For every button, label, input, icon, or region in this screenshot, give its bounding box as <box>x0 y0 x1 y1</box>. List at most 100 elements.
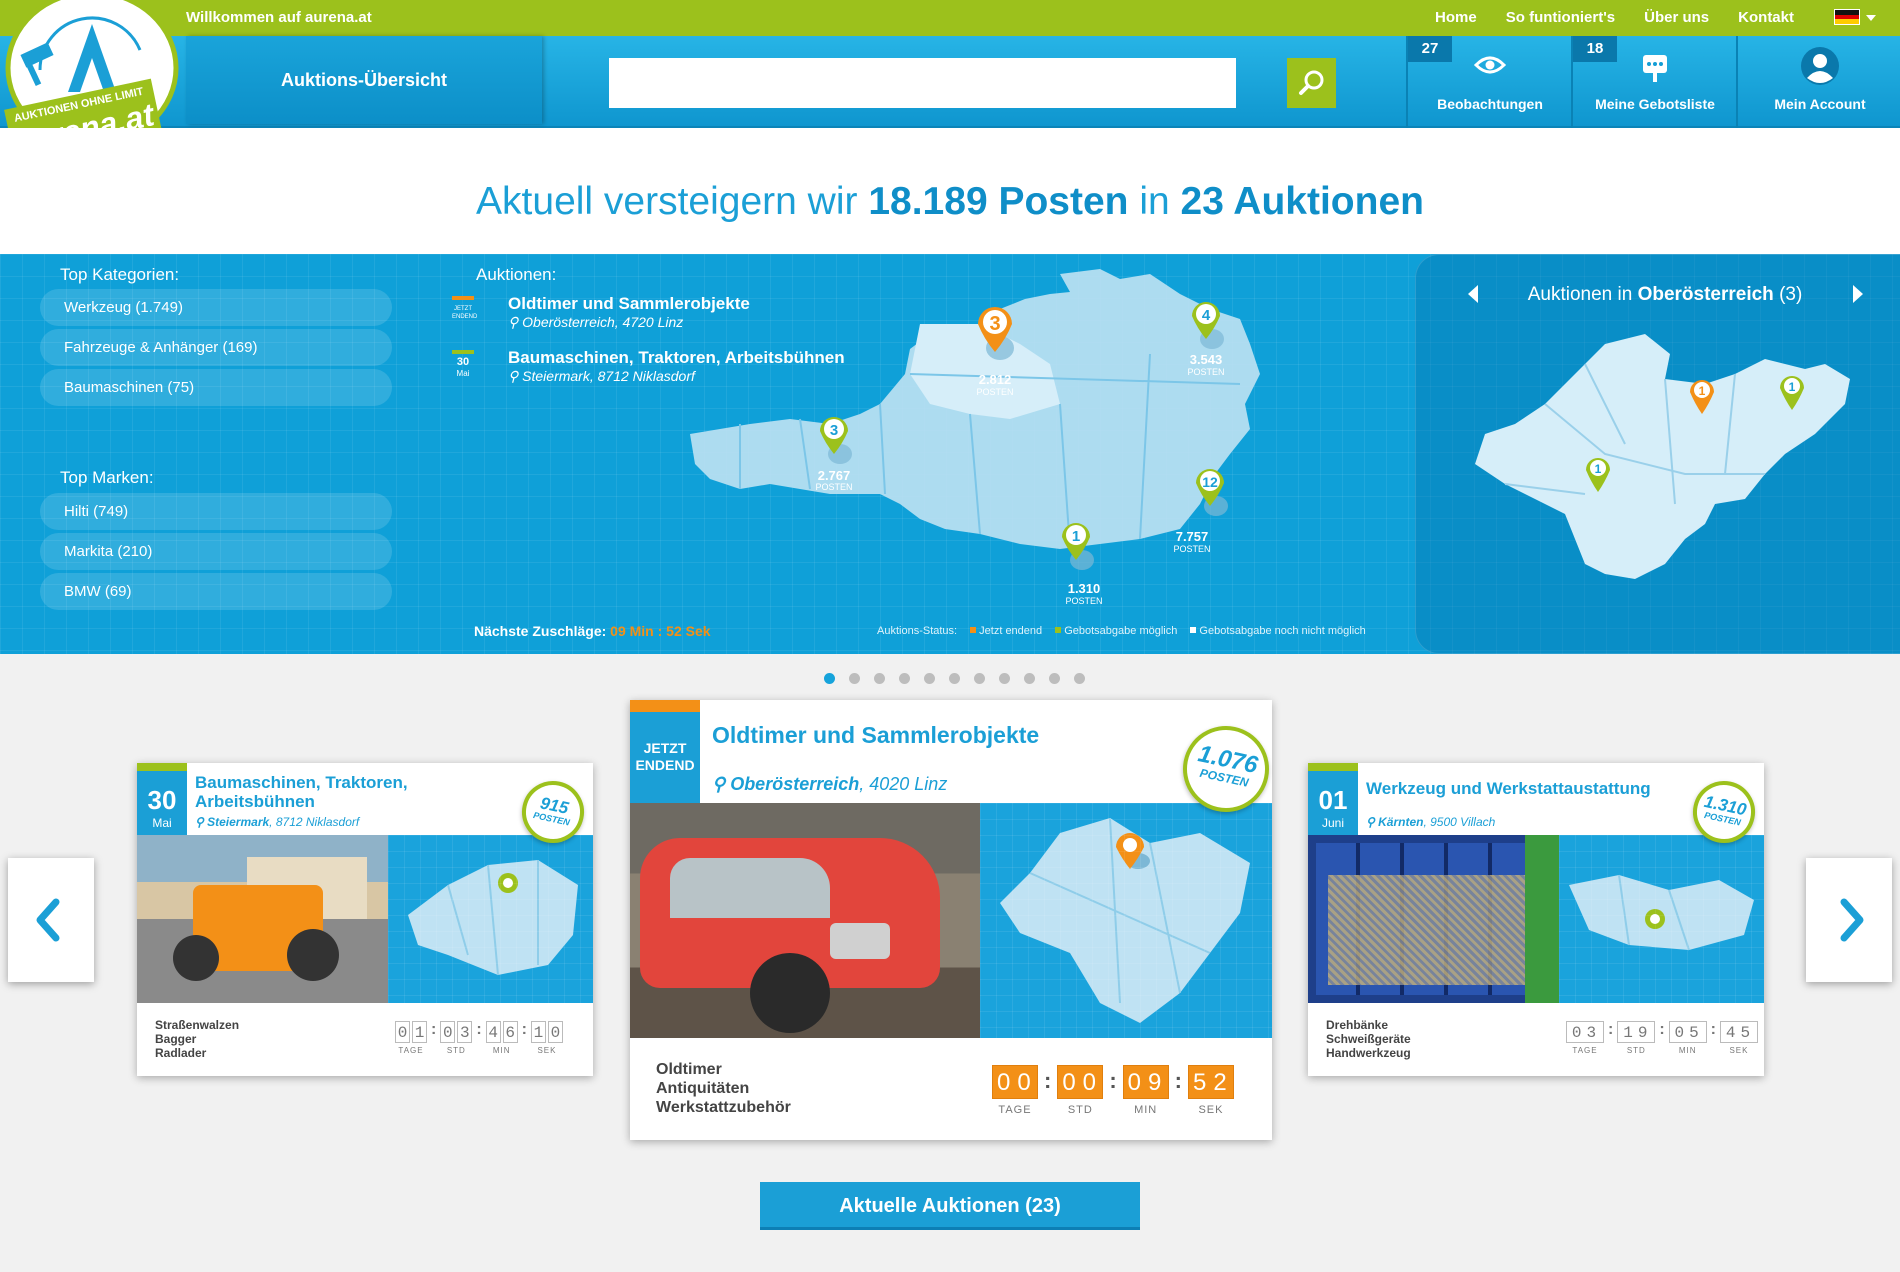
german-flag-icon[interactable] <box>1834 9 1860 25</box>
carousel-dot[interactable] <box>999 673 1010 684</box>
svg-text:3: 3 <box>989 313 1000 335</box>
svg-text:7.757: 7.757 <box>1176 529 1209 544</box>
date-box: 01 Juni <box>1308 763 1358 835</box>
svg-text:1: 1 <box>1789 380 1796 394</box>
region-title: Auktionen in Oberösterreich (3) <box>1527 284 1803 305</box>
svg-text:12: 12 <box>1202 474 1218 490</box>
svg-text:POSTEN: POSTEN <box>1065 596 1102 606</box>
carousel-dot[interactable] <box>949 673 960 684</box>
auction-photo[interactable] <box>1308 835 1559 1003</box>
bidlist-label: Meine Gebotsliste <box>1595 96 1715 112</box>
headline-text: Aktuell versteigern wir <box>476 180 869 223</box>
svg-text:3.543: 3.543 <box>1190 352 1223 367</box>
carousel-dot[interactable] <box>849 673 860 684</box>
card-categories: Drehbänke Schweißgeräte Handwerkzeug <box>1326 1018 1411 1060</box>
card-minimap <box>980 803 1272 1038</box>
auction-card[interactable]: 30 Mai Baumaschinen, Traktoren, Arbeitsb… <box>137 763 593 1076</box>
nav-home[interactable]: Home <box>1435 9 1477 26</box>
svg-text:2.767: 2.767 <box>818 468 851 483</box>
bidlist-count: 18 <box>1573 36 1617 62</box>
ending-tag: JETZT ENDEND <box>452 296 477 326</box>
brand-item[interactable]: Hilti (749) <box>40 493 392 530</box>
svg-text:2.812: 2.812 <box>979 372 1012 387</box>
nav-contact[interactable]: Kontakt <box>1738 9 1794 26</box>
carousel-next-button[interactable] <box>1806 858 1892 982</box>
auction-photo[interactable] <box>137 835 388 1003</box>
svg-text:POSTEN: POSTEN <box>1173 544 1210 554</box>
auction-card-featured[interactable]: JETZT ENDEND Oldtimer und Sammlerobjekte… <box>630 700 1278 1140</box>
carousel-dot[interactable] <box>874 673 885 684</box>
svg-text:POSTEN: POSTEN <box>976 387 1013 397</box>
account-button[interactable]: Mein Account <box>1736 36 1900 128</box>
chevron-left-icon <box>36 898 60 942</box>
ending-tag: JETZT ENDEND <box>630 700 700 803</box>
card-title: Werkzeug und Werkstattaustattung <box>1366 779 1651 798</box>
auctions-list-title: Auktionen: <box>476 265 557 284</box>
svg-text:POSTEN: POSTEN <box>815 482 852 492</box>
headline-auktionen: 23 Auktionen <box>1180 180 1424 223</box>
svg-text:1: 1 <box>1699 384 1706 398</box>
watchlist-button[interactable]: 27 Beobachtungen <box>1406 36 1572 128</box>
account-label: Mein Account <box>1774 96 1866 112</box>
auction-card[interactable]: 01 Juni Werkzeug und Werkstattaustattung… <box>1308 763 1764 1076</box>
headline-text: in <box>1128 180 1181 223</box>
region-map[interactable]: 1 1 1 <box>1465 324 1885 644</box>
bidlist-button[interactable]: 18 Meine Gebotsliste <box>1571 36 1737 128</box>
nav-how-it-works[interactable]: So funtioniert's <box>1506 9 1615 26</box>
carousel-dot[interactable] <box>1024 673 1035 684</box>
date-box: 30 Mai <box>137 763 187 835</box>
card-minimap <box>1559 835 1764 1003</box>
svg-text:1: 1 <box>1072 528 1080 545</box>
card-categories: Straßenwalzen Bagger Radlader <box>155 1018 240 1060</box>
carousel-dot[interactable] <box>824 673 835 684</box>
card-location: ⚲ Steiermark, 8712 Niklasdorf <box>195 815 360 829</box>
eye-icon <box>1474 56 1506 74</box>
chevron-right-icon <box>1840 898 1864 942</box>
brand-item[interactable]: BMW (69) <box>40 573 392 610</box>
carousel-dot[interactable] <box>974 673 985 684</box>
card-categories: Oldtimer Antiquitäten Werkstattzubehör <box>656 1061 791 1116</box>
search-input[interactable] <box>609 58 1236 108</box>
carousel-dot[interactable] <box>1049 673 1060 684</box>
countdown-timer: 03 TAGE : 19 STD : 05 MIN : 45 SEK <box>1566 1021 1758 1055</box>
svg-text:1: 1 <box>1595 462 1602 476</box>
carousel-dots <box>824 673 1085 684</box>
austria-map[interactable]: 3 2.812 POSTEN 4 3.543 POSTEN 3 2.767 PO… <box>680 254 1400 654</box>
main-header: Auktions-Übersicht 27 Beobachtungen 18 M… <box>0 36 1900 128</box>
top-categories-title: Top Kategorien: <box>60 265 180 284</box>
map-section: Top Kategorien: Werkzeug (1.749) Fahrzeu… <box>0 254 1900 654</box>
headline-posten: 18.189 Posten <box>868 180 1129 223</box>
carousel-dot[interactable] <box>899 673 910 684</box>
search-icon <box>1299 70 1324 95</box>
carousel-prev-button[interactable] <box>8 858 94 982</box>
top-nav: Home So funtioniert's Über uns Kontakt <box>1435 9 1850 26</box>
watchlist-count: 27 <box>1408 36 1452 62</box>
top-brands-title: Top Marken: <box>60 468 154 487</box>
card-title: Baumaschinen, Traktoren, Arbeitsbühnen <box>195 773 408 811</box>
brand-item[interactable]: Markita (210) <box>40 533 392 570</box>
category-item[interactable]: Baumaschinen (75) <box>40 369 392 406</box>
svg-text:1.310: 1.310 <box>1068 581 1101 596</box>
chevron-down-icon[interactable] <box>1866 15 1876 21</box>
carousel-dot[interactable] <box>1074 673 1085 684</box>
card-title: Oldtimer und Sammlerobjekte <box>712 722 1040 748</box>
carousel-dot[interactable] <box>924 673 935 684</box>
welcome-text: Willkommen auf aurena.at <box>186 9 372 26</box>
status-legend: Auktions-Status: Jetzt endend Gebotsabga… <box>877 625 1366 637</box>
auction-photo[interactable] <box>630 803 980 1038</box>
card-location: ⚲ Kärnten, 9500 Villach <box>1366 815 1496 829</box>
category-item[interactable]: Fahrzeuge & Anhänger (169) <box>40 329 392 366</box>
svg-text:4: 4 <box>1202 307 1211 324</box>
watchlist-label: Beobachtungen <box>1437 96 1543 112</box>
svg-text:3: 3 <box>830 422 838 439</box>
card-minimap <box>388 835 593 1003</box>
category-item[interactable]: Werkzeug (1.749) <box>40 289 392 326</box>
top-bar: Willkommen auf aurena.at Home So funtion… <box>0 0 1900 36</box>
next-bids: Nächste Zuschläge: 09 Min : 52 Sek <box>474 623 711 639</box>
date-tag: 30 Mai <box>452 350 474 380</box>
current-auctions-button[interactable]: Aktuelle Auktionen (23) <box>760 1182 1140 1230</box>
auction-overview-button[interactable]: Auktions-Übersicht <box>186 36 542 124</box>
nav-about[interactable]: Über uns <box>1644 9 1709 26</box>
page-headline: Aktuell versteigern wir 18.189 Posten in… <box>0 128 1900 254</box>
search-button[interactable] <box>1287 58 1336 108</box>
